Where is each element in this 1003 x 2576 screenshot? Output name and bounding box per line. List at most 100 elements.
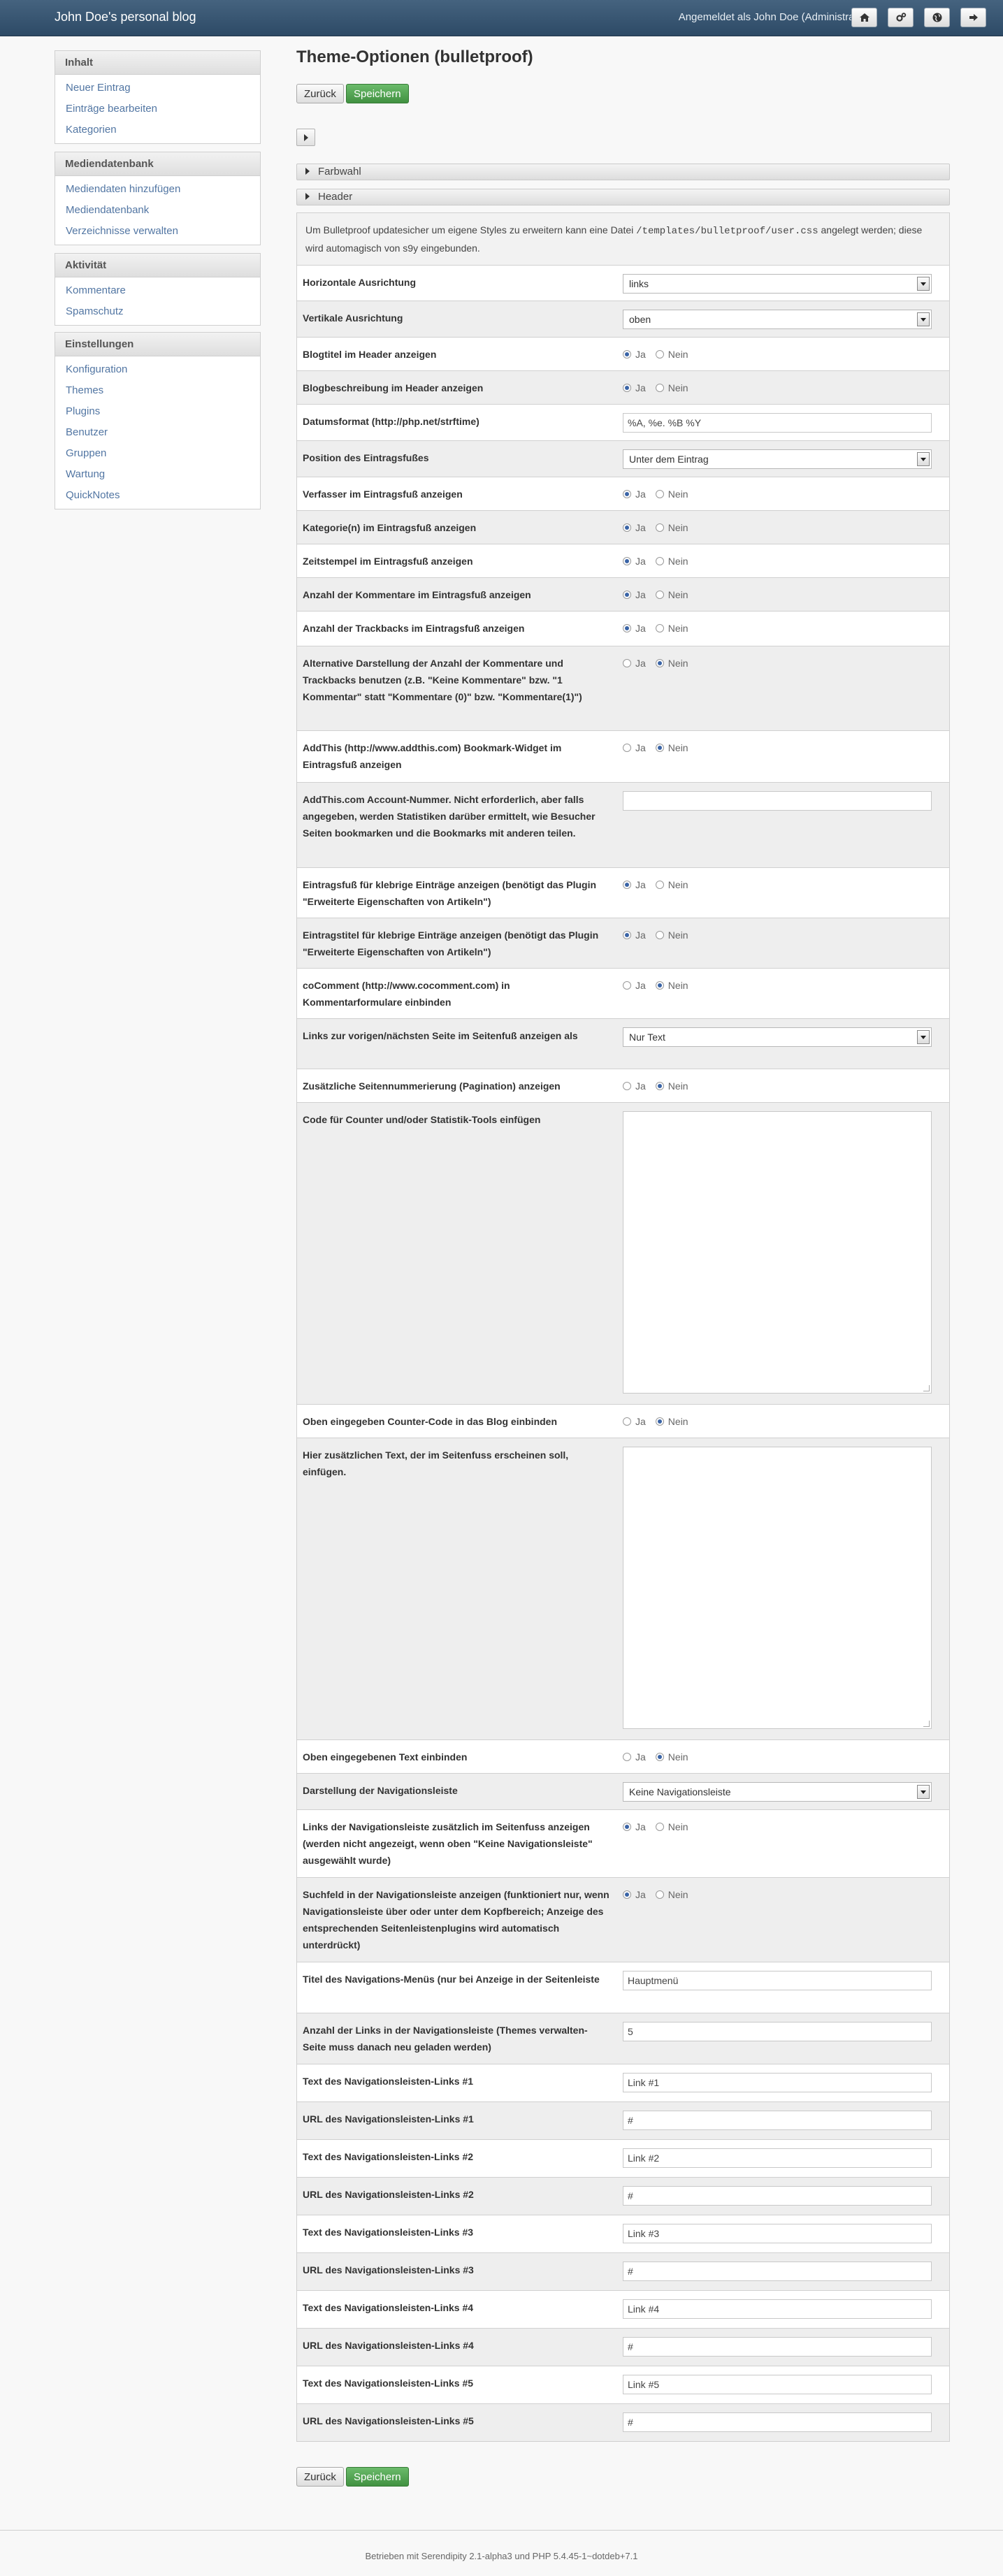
sidebar-item-comments[interactable]: Kommentare bbox=[55, 280, 260, 301]
blog-title[interactable]: John Doe's personal blog bbox=[55, 10, 196, 24]
radio-button[interactable] bbox=[655, 1417, 664, 1426]
radio-yes[interactable]: Ja bbox=[623, 522, 646, 533]
option-select[interactable]: Nur Text bbox=[623, 1027, 932, 1047]
option-textarea[interactable] bbox=[623, 1111, 932, 1394]
radio-yes[interactable]: Ja bbox=[623, 879, 646, 890]
radio-button[interactable] bbox=[623, 981, 631, 990]
radio-yes[interactable]: Ja bbox=[623, 658, 646, 669]
radio-button[interactable] bbox=[655, 1082, 664, 1090]
radio-button[interactable] bbox=[623, 591, 631, 599]
option-text-input[interactable] bbox=[623, 2148, 932, 2168]
sidebar-item-edit-entries[interactable]: Einträge bearbeiten bbox=[55, 99, 260, 120]
radio-yes[interactable]: Ja bbox=[623, 929, 646, 941]
radio-no[interactable]: Nein bbox=[655, 522, 688, 533]
radio-button[interactable] bbox=[623, 624, 631, 632]
section-toggle-colors[interactable]: Farbwahl bbox=[296, 164, 950, 180]
option-text-input[interactable] bbox=[623, 791, 932, 811]
dropdown-arrow-icon[interactable] bbox=[917, 452, 930, 466]
radio-button[interactable] bbox=[623, 490, 631, 498]
sidebar-item-quicknotes[interactable]: QuickNotes bbox=[55, 485, 260, 506]
radio-no[interactable]: Nein bbox=[655, 589, 688, 600]
radio-yes[interactable]: Ja bbox=[623, 349, 646, 360]
view-site-button[interactable] bbox=[924, 8, 950, 27]
radio-no[interactable]: Nein bbox=[655, 556, 688, 567]
sidebar-item-new-entry[interactable]: Neuer Eintrag bbox=[55, 78, 260, 99]
radio-button[interactable] bbox=[623, 1082, 631, 1090]
back-button-bottom[interactable]: Zurück bbox=[296, 2467, 344, 2487]
sidebar-item-spam-protection[interactable]: Spamschutz bbox=[55, 301, 260, 322]
radio-no[interactable]: Nein bbox=[655, 1751, 688, 1763]
dropdown-arrow-icon[interactable] bbox=[917, 277, 930, 291]
sidebar-item-categories[interactable]: Kategorien bbox=[55, 120, 260, 140]
radio-button[interactable] bbox=[623, 881, 631, 889]
save-button[interactable]: Speichern bbox=[346, 84, 409, 103]
sidebar-item-media-library[interactable]: Mediendatenbank bbox=[55, 200, 260, 221]
dropdown-arrow-icon[interactable] bbox=[917, 312, 930, 326]
radio-button[interactable] bbox=[623, 557, 631, 565]
sidebar-item-themes[interactable]: Themes bbox=[55, 380, 260, 401]
option-text-input[interactable] bbox=[623, 413, 932, 433]
radio-button[interactable] bbox=[623, 1890, 631, 1899]
radio-no[interactable]: Nein bbox=[655, 879, 688, 890]
radio-no[interactable]: Nein bbox=[655, 742, 688, 753]
option-select[interactable]: Unter dem Eintrag bbox=[623, 449, 932, 469]
radio-button[interactable] bbox=[655, 490, 664, 498]
radio-no[interactable]: Nein bbox=[655, 489, 688, 500]
radio-button[interactable] bbox=[655, 659, 664, 667]
sidebar-item-add-media[interactable]: Mediendaten hinzufügen bbox=[55, 179, 260, 200]
home-button[interactable] bbox=[851, 8, 877, 27]
dropdown-arrow-icon[interactable] bbox=[917, 1785, 930, 1799]
option-text-input[interactable] bbox=[623, 2224, 932, 2243]
sidebar-item-groups[interactable]: Gruppen bbox=[55, 443, 260, 464]
radio-button[interactable] bbox=[623, 1753, 631, 1761]
radio-button[interactable] bbox=[655, 881, 664, 889]
radio-button[interactable] bbox=[655, 557, 664, 565]
back-button[interactable]: Zurück bbox=[296, 84, 344, 103]
radio-no[interactable]: Nein bbox=[655, 349, 688, 360]
option-select[interactable]: links bbox=[623, 274, 932, 294]
radio-yes[interactable]: Ja bbox=[623, 382, 646, 393]
radio-button[interactable] bbox=[623, 350, 631, 359]
radio-button[interactable] bbox=[655, 931, 664, 939]
radio-no[interactable]: Nein bbox=[655, 1416, 688, 1427]
radio-button[interactable] bbox=[655, 744, 664, 752]
option-textarea[interactable] bbox=[623, 1447, 932, 1729]
sidebar-item-plugins[interactable]: Plugins bbox=[55, 401, 260, 422]
option-text-input[interactable] bbox=[623, 1971, 932, 1990]
option-select[interactable]: oben bbox=[623, 310, 932, 329]
radio-yes[interactable]: Ja bbox=[623, 980, 646, 991]
radio-no[interactable]: Nein bbox=[655, 658, 688, 669]
radio-yes[interactable]: Ja bbox=[623, 1751, 646, 1763]
radio-button[interactable] bbox=[655, 1753, 664, 1761]
radio-yes[interactable]: Ja bbox=[623, 623, 646, 634]
radio-button[interactable] bbox=[655, 591, 664, 599]
option-text-input[interactable] bbox=[623, 2375, 932, 2394]
option-text-input[interactable] bbox=[623, 2073, 932, 2092]
radio-button[interactable] bbox=[623, 659, 631, 667]
radio-no[interactable]: Nein bbox=[655, 382, 688, 393]
radio-yes[interactable]: Ja bbox=[623, 589, 646, 600]
dropdown-arrow-icon[interactable] bbox=[917, 1030, 930, 1044]
option-select[interactable]: Keine Navigationsleiste bbox=[623, 1782, 932, 1802]
radio-yes[interactable]: Ja bbox=[623, 489, 646, 500]
sidebar-item-configuration[interactable]: Konfiguration bbox=[55, 359, 260, 380]
radio-yes[interactable]: Ja bbox=[623, 1080, 646, 1092]
radio-yes[interactable]: Ja bbox=[623, 742, 646, 753]
radio-yes[interactable]: Ja bbox=[623, 556, 646, 567]
sidebar-item-users[interactable]: Benutzer bbox=[55, 422, 260, 443]
radio-no[interactable]: Nein bbox=[655, 1821, 688, 1832]
radio-no[interactable]: Nein bbox=[655, 1889, 688, 1900]
radio-button[interactable] bbox=[623, 1823, 631, 1831]
option-text-input[interactable] bbox=[623, 2412, 932, 2432]
radio-button[interactable] bbox=[623, 384, 631, 392]
radio-yes[interactable]: Ja bbox=[623, 1889, 646, 1900]
section-toggle-header[interactable]: Header bbox=[296, 189, 950, 205]
option-text-input[interactable] bbox=[623, 2299, 932, 2319]
radio-no[interactable]: Nein bbox=[655, 980, 688, 991]
settings-button[interactable] bbox=[888, 8, 914, 27]
radio-no[interactable]: Nein bbox=[655, 623, 688, 634]
radio-no[interactable]: Nein bbox=[655, 929, 688, 941]
radio-button[interactable] bbox=[623, 1417, 631, 1426]
radio-button[interactable] bbox=[655, 384, 664, 392]
radio-button[interactable] bbox=[655, 1823, 664, 1831]
